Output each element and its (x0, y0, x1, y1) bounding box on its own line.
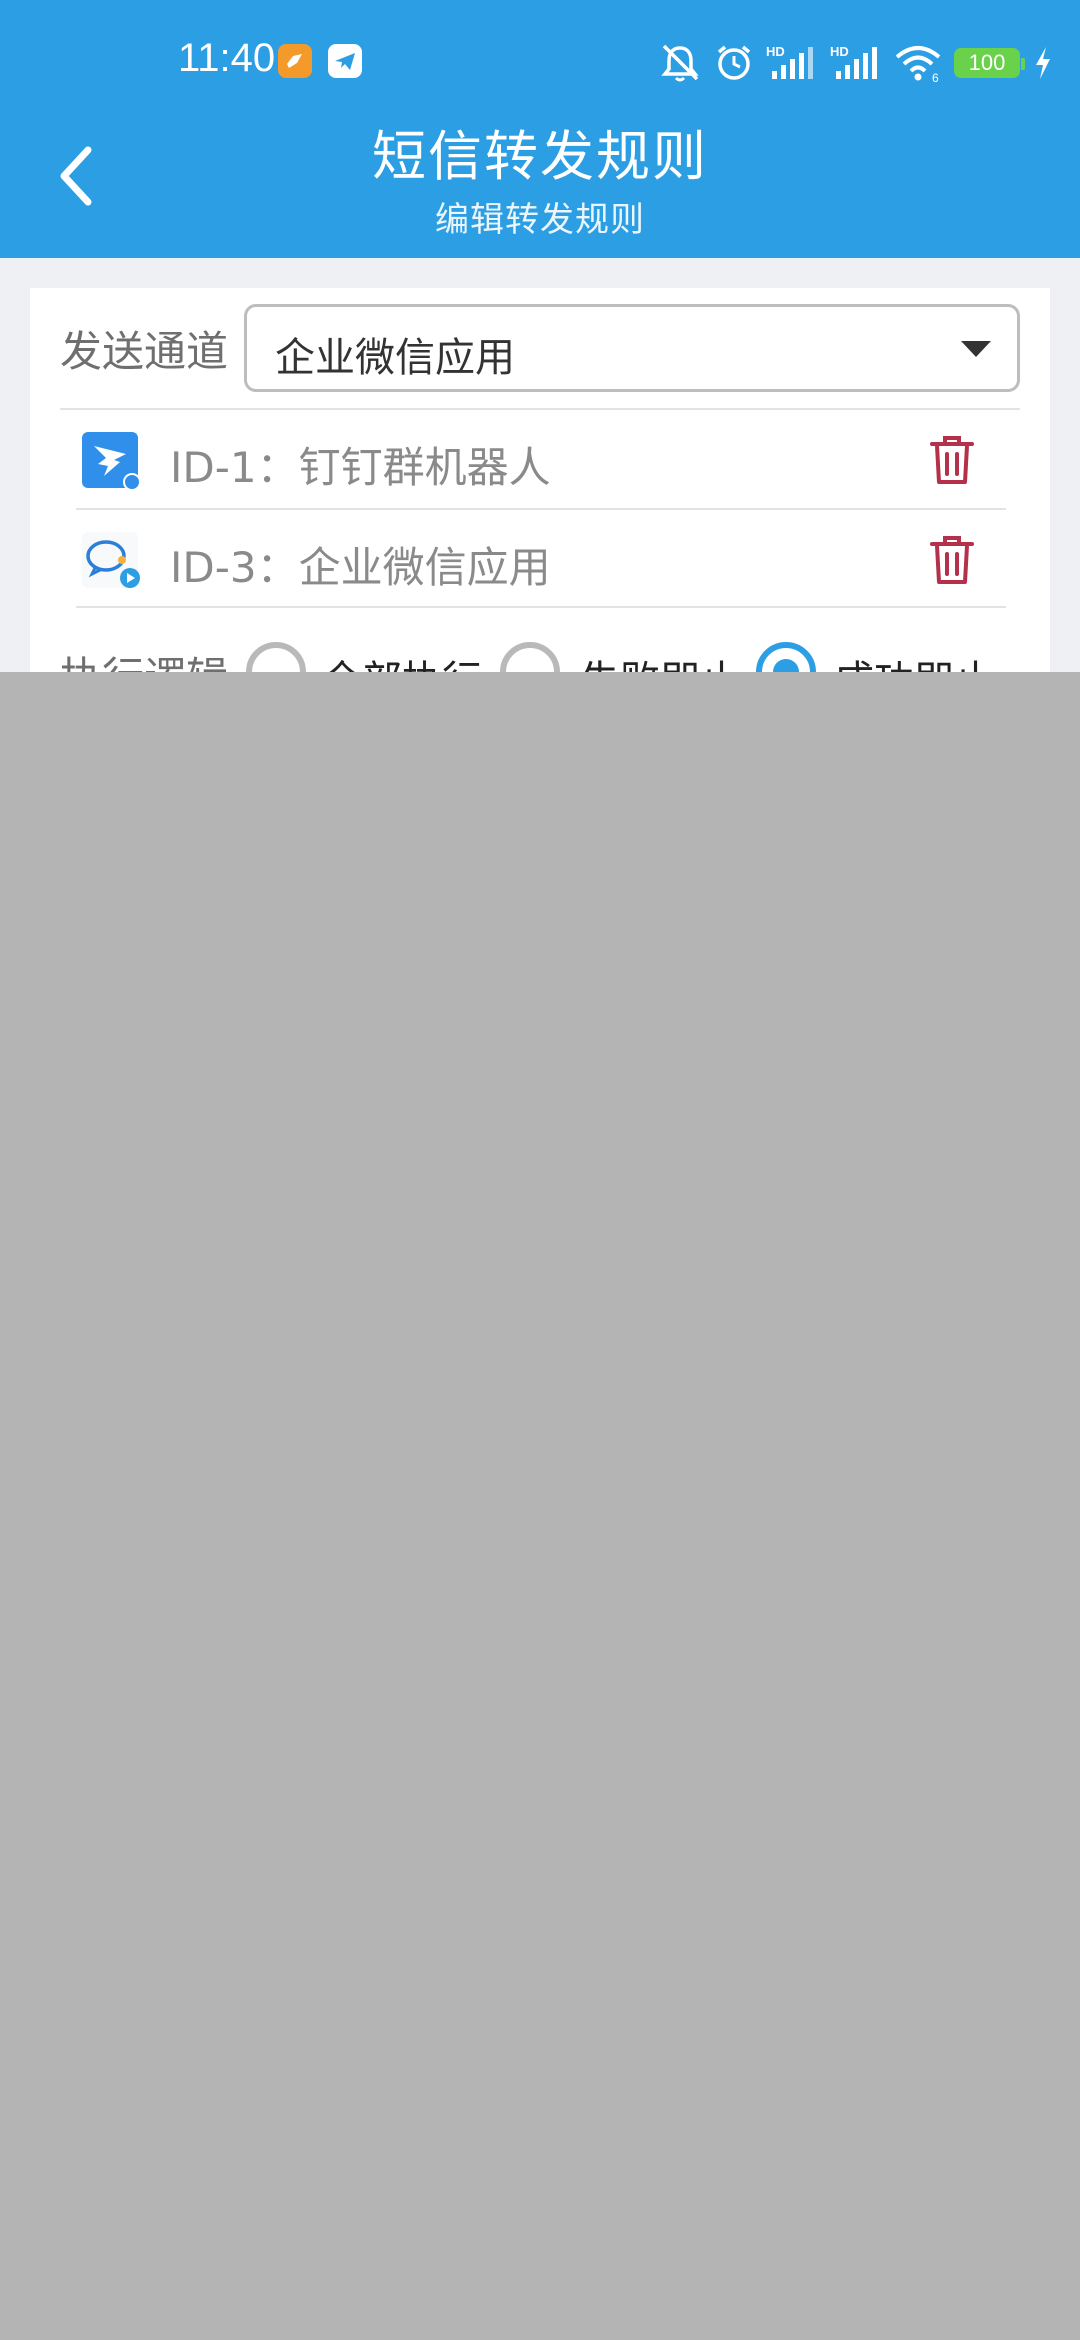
channel-item-label: ID-3：企业微信应用 (170, 543, 551, 592)
loading-overlay (0, 672, 1080, 2340)
channel-select[interactable]: 企业微信应用 (244, 304, 1020, 392)
delete-icon[interactable] (928, 534, 976, 586)
dingtalk-icon (82, 432, 140, 490)
app-badge-plane-icon (328, 44, 362, 78)
page-title: 短信转发规则 (372, 125, 708, 188)
delete-icon[interactable] (928, 434, 976, 486)
battery-level: 100 (968, 50, 1006, 75)
network-type-2: HD (830, 44, 849, 59)
divider (76, 606, 1006, 608)
signal-1-icon: HD (766, 44, 813, 79)
wifi-icon: 6 (895, 46, 941, 83)
network-type-1: HD (766, 44, 785, 59)
channel-item: ID-1：钉钉群机器人 (76, 410, 1006, 508)
channel-label: 发送通道 (60, 327, 229, 376)
wecom-icon (82, 532, 140, 588)
screen: 11:40 HD HD 6 100 短信转发规则 编辑转发规则 发送通道 企业微… (0, 0, 1080, 2340)
status-bar: 11:40 HD HD 6 100 (0, 0, 1080, 120)
page-subtitle: 编辑转发规则 (435, 200, 645, 240)
status-time: 11:40 (178, 36, 276, 80)
charging-icon (1036, 47, 1050, 79)
status-icons: HD HD 6 100 (658, 40, 1054, 86)
alarm-icon (717, 45, 751, 80)
app-badge-orange-icon (278, 44, 312, 78)
svg-text:6: 6 (932, 71, 939, 83)
signal-2-icon: HD (830, 44, 877, 79)
channel-item: ID-3：企业微信应用 (76, 510, 1006, 608)
battery-icon: 100 (954, 48, 1025, 78)
mute-bell-icon (661, 44, 699, 82)
app-header: 11:40 HD HD 6 100 短信转发规则 编辑转发规则 (0, 0, 1080, 258)
channel-select-value: 企业微信应用 (275, 335, 515, 381)
caret-down-icon (961, 341, 991, 357)
channel-item-label: ID-1：钉钉群机器人 (170, 443, 551, 492)
